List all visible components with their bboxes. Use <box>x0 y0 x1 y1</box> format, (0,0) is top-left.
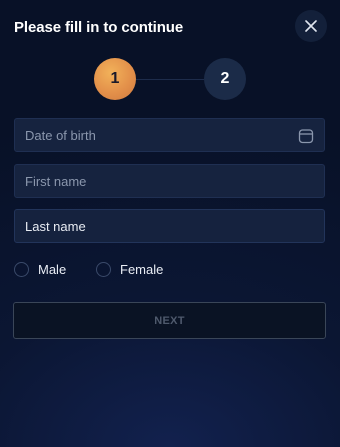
step-2-indicator: 2 <box>204 58 246 100</box>
first-name-input[interactable] <box>25 173 314 189</box>
next-button[interactable]: NEXT <box>13 302 326 339</box>
date-of-birth-input[interactable] <box>25 127 314 143</box>
gender-option-male[interactable]: Male <box>14 262 66 277</box>
first-name-field[interactable] <box>14 164 325 198</box>
dialog-title: Please fill in to continue <box>14 19 184 36</box>
radio-button-male[interactable] <box>14 262 29 277</box>
close-icon <box>305 20 317 32</box>
step-1-indicator: 1 <box>94 58 136 100</box>
close-button[interactable] <box>295 10 327 42</box>
radio-button-female[interactable] <box>96 262 111 277</box>
gender-option-female[interactable]: Female <box>96 262 163 277</box>
radio-label-male: Male <box>38 262 67 277</box>
radio-label-female: Female <box>120 262 164 277</box>
date-of-birth-field[interactable] <box>14 118 325 152</box>
calendar-icon[interactable] <box>298 128 314 144</box>
progress-stepper: 1 2 <box>0 58 340 102</box>
last-name-input[interactable] <box>25 218 314 234</box>
last-name-field[interactable] <box>14 209 325 243</box>
stepper-connector <box>136 79 204 80</box>
